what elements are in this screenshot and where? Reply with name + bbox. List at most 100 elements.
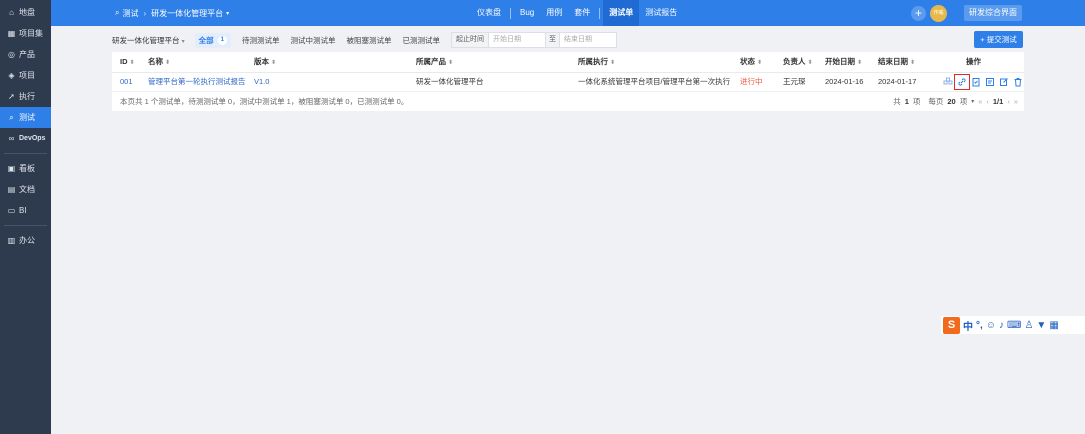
nav-testtask[interactable]: 测试单 [603, 0, 640, 26]
col-status[interactable]: 状态 ⬍ [732, 52, 775, 73]
skin-icon[interactable]: ▼ [1036, 320, 1046, 331]
sidebar-item-execution[interactable]: ➚ 执行 [0, 86, 51, 107]
date-separator: 至 [544, 33, 560, 47]
user-icon[interactable]: ♙ [1024, 320, 1033, 331]
status-badge: 进行中 [732, 72, 775, 92]
sidebar-item-project[interactable]: ◈ 项目 [0, 65, 51, 86]
keyboard-icon[interactable]: ⌨ [1007, 320, 1021, 331]
testtask-table: ID ⬍ 名称 ⬍ 版本 ⬍ 所属产品 ⬍ 所属执行 ⬍ 状态 ⬍ 负责人 ⬍ 开始日期 ⬍ 结… [112, 52, 1024, 92]
sidebar-item-doc[interactable]: ▤ 文档 [0, 179, 51, 200]
chevron-down-icon[interactable]: ▾ [226, 10, 229, 17]
col-version[interactable]: 版本 ⬍ [246, 52, 408, 73]
nav-dashboard[interactable]: 仪表盘 [471, 0, 507, 26]
prev-page-icon[interactable]: ‹ [986, 97, 989, 106]
edit-icon[interactable] [999, 77, 1009, 87]
table-row: 001 管理平台第一轮执行测试报告 V1.0 研发一体化管理平台 一体化系统管理… [112, 72, 1024, 92]
sidebar-item-label: BI [19, 206, 27, 215]
sidebar-item-office[interactable]: ▥ 办公 [0, 230, 51, 251]
sidebar-item-bi[interactable]: ▭ BI [0, 200, 51, 221]
chevron-down-icon: ▾ [971, 99, 975, 105]
nav-case[interactable]: 用例 [540, 0, 568, 26]
nav-testreport[interactable]: 测试报告 [639, 0, 683, 26]
per-page-select[interactable]: 20 [947, 97, 955, 106]
first-page-icon[interactable]: « [978, 97, 982, 106]
sidebar-item-label: 测试 [19, 113, 35, 122]
report-icon[interactable] [971, 77, 981, 87]
row-execution: 一体化系统管理平台项目/管理平台第一次执行 [570, 72, 732, 92]
sort-icon: ⬍ [129, 60, 135, 67]
pager: 共1项 每页 20 项 ▾ « ‹ 1/1 › » [893, 92, 1018, 111]
row-name-link[interactable]: 管理平台第一轮执行测试报告 [140, 72, 246, 92]
breadcrumb: ⌕ 测试 › 研发一体化管理平台 ▾ [115, 0, 229, 26]
breadcrumb-separator: › [143, 8, 147, 18]
page-indicator: 1/1 [992, 97, 1004, 106]
sidebar-item-program[interactable]: ▦ 项目集 [0, 23, 51, 44]
grid-icon[interactable]: ▦ [1049, 320, 1058, 331]
delete-icon[interactable] [1013, 77, 1023, 87]
col-actions: 操作 [923, 52, 1024, 73]
sidebar-item-kanban[interactable]: ▣ 看板 [0, 158, 51, 179]
col-start[interactable]: 开始日期 ⬍ [817, 52, 870, 73]
cases-icon[interactable] [943, 77, 953, 87]
table-footer: 本页共 1 个测试单，待测测试单 0，测试中测试单 1，被阻塞测试单 0，已测测… [112, 92, 1024, 111]
nav-suite[interactable]: 套件 [568, 0, 596, 26]
start-date-input[interactable]: 开始日期 [489, 33, 545, 47]
product-select-value: 研发一体化管理平台 [112, 35, 180, 45]
sort-icon: ⬍ [757, 60, 763, 67]
col-execution[interactable]: 所属执行 ⬍ [570, 52, 732, 73]
ime-toolbar: S 中 °, ☺ ♪ ⌨ ♙ ▼ ▦ [941, 316, 1085, 334]
nav-bug[interactable]: Bug [514, 0, 540, 26]
emoji-icon[interactable]: ☺ [986, 320, 996, 331]
sidebar-item-label: DevOps [19, 135, 46, 142]
doc-icon: ▤ [7, 185, 16, 194]
view-icon[interactable] [985, 77, 995, 87]
breadcrumb-module[interactable]: 测试 [122, 8, 138, 19]
top-header: ⌕ 测试 › 研发一体化管理平台 ▾ 仪表盘 Bug 用例 套件 测试单 测试报… [51, 0, 1085, 26]
pager-total: 1 [904, 97, 909, 106]
row-version-link[interactable]: V1.0 [246, 72, 408, 92]
sort-icon: ⬍ [807, 60, 813, 67]
tab-blocked[interactable]: 被阻塞测试单 [346, 35, 391, 46]
row-end-date: 2024-01-17 [870, 72, 923, 92]
ime-mode[interactable]: 中 [963, 318, 973, 333]
col-name[interactable]: 名称 ⬍ [140, 52, 246, 73]
link-case-icon[interactable] [954, 73, 970, 90]
tab-wait[interactable]: 待测测试单 [242, 35, 280, 46]
avatar[interactable]: 作威 [930, 5, 947, 22]
quick-add-button[interactable]: + [911, 6, 926, 21]
workspace-button[interactable]: 研发综合界面 [964, 5, 1022, 21]
sidebar-item-home[interactable]: ⌂ 地盘 [0, 2, 51, 23]
header-tools: + 作威 [911, 5, 947, 22]
next-page-icon[interactable]: › [1007, 97, 1010, 106]
execution-icon: ➚ [8, 92, 15, 101]
row-owner: 王元琛 [775, 72, 817, 92]
testtask-table-panel: ID ⬍ 名称 ⬍ 版本 ⬍ 所属产品 ⬍ 所属执行 ⬍ 状态 ⬍ 负责人 ⬍ 开始日期 ⬍ 结… [112, 52, 1024, 111]
col-end[interactable]: 结束日期 ⬍ [870, 52, 923, 73]
col-id[interactable]: ID ⬍ [112, 52, 140, 73]
sidebar-item-test[interactable]: ⌕ 测试 [0, 107, 51, 128]
end-date-input[interactable]: 结束日期 [560, 33, 616, 47]
product-switcher[interactable]: 研发一体化管理平台 [151, 8, 223, 19]
nav-divider [510, 7, 511, 19]
sidebar-item-label: 执行 [19, 92, 35, 101]
punctuation-icon[interactable]: °, [976, 320, 983, 331]
tab-doing[interactable]: 测试中测试单 [290, 35, 335, 46]
col-owner[interactable]: 负责人 ⬍ [775, 52, 817, 73]
row-start-date: 2024-01-16 [817, 72, 870, 92]
microphone-icon[interactable]: ♪ [999, 320, 1004, 331]
product-select[interactable]: 研发一体化管理平台 ▾ [112, 35, 185, 46]
top-nav: 仪表盘 Bug 用例 套件 测试单 测试报告 [471, 0, 683, 26]
program-icon: ▦ [7, 29, 16, 38]
last-page-icon[interactable]: » [1014, 97, 1018, 106]
sidebar-item-devops[interactable]: ∞ DevOps [0, 128, 51, 149]
sogou-logo-icon[interactable]: S [943, 316, 960, 334]
test-icon: ⌕ [9, 113, 14, 122]
row-id[interactable]: 001 [112, 72, 140, 92]
submit-test-button[interactable]: + 提交测试 [974, 31, 1023, 48]
sort-icon: ⬍ [448, 60, 454, 67]
tab-done[interactable]: 已测测试单 [402, 35, 440, 46]
sidebar-item-product[interactable]: ◎ 产品 [0, 44, 51, 65]
filter-toolbar: 研发一体化管理平台 ▾ 全部 1 待测测试单 测试中测试单 被阻塞测试单 已测测试… [112, 31, 1024, 49]
tab-all[interactable]: 全部 1 [194, 32, 231, 48]
col-product[interactable]: 所属产品 ⬍ [408, 52, 570, 73]
